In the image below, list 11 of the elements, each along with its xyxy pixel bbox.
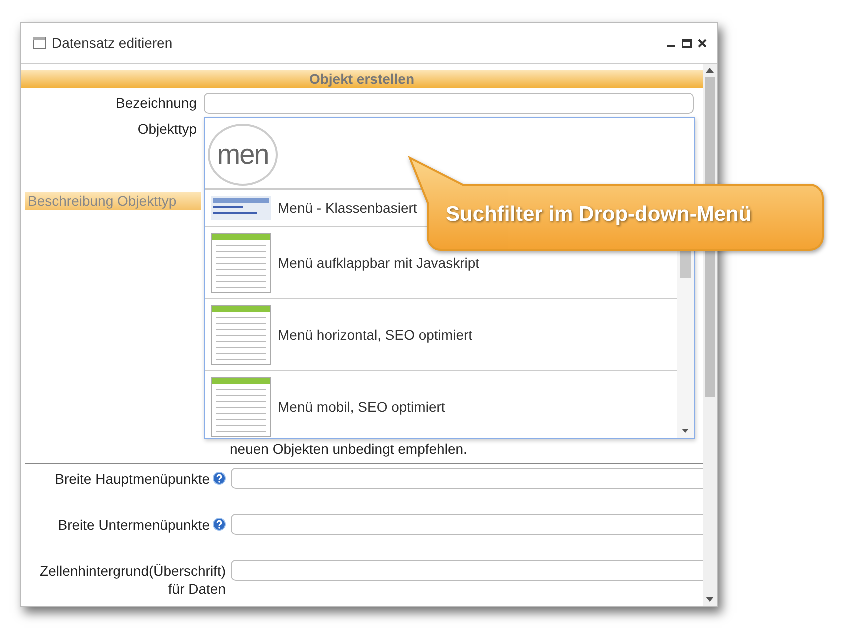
search-value: men [217, 139, 269, 171]
description-text: neuen Objekten unbedingt empfehlen. [230, 441, 468, 457]
window-title: Datensatz editieren [52, 35, 174, 51]
field-label: Bezeichnung [115, 94, 197, 111]
field-label: Breite Hauptmenüpunkte [55, 470, 210, 488]
field-label: Zellenhintergrund(Überschrift) für Daten [39, 562, 226, 598]
field-label: Breite Untermenüpunkte [58, 516, 210, 534]
field-label: Objekttyp [136, 120, 197, 137]
callout-text: Suchfilter im Drop-down-Menü [446, 203, 752, 227]
description-label: Beschreibung Objekttyp [25, 192, 201, 210]
section-header: Objekt erstellen [21, 70, 703, 88]
